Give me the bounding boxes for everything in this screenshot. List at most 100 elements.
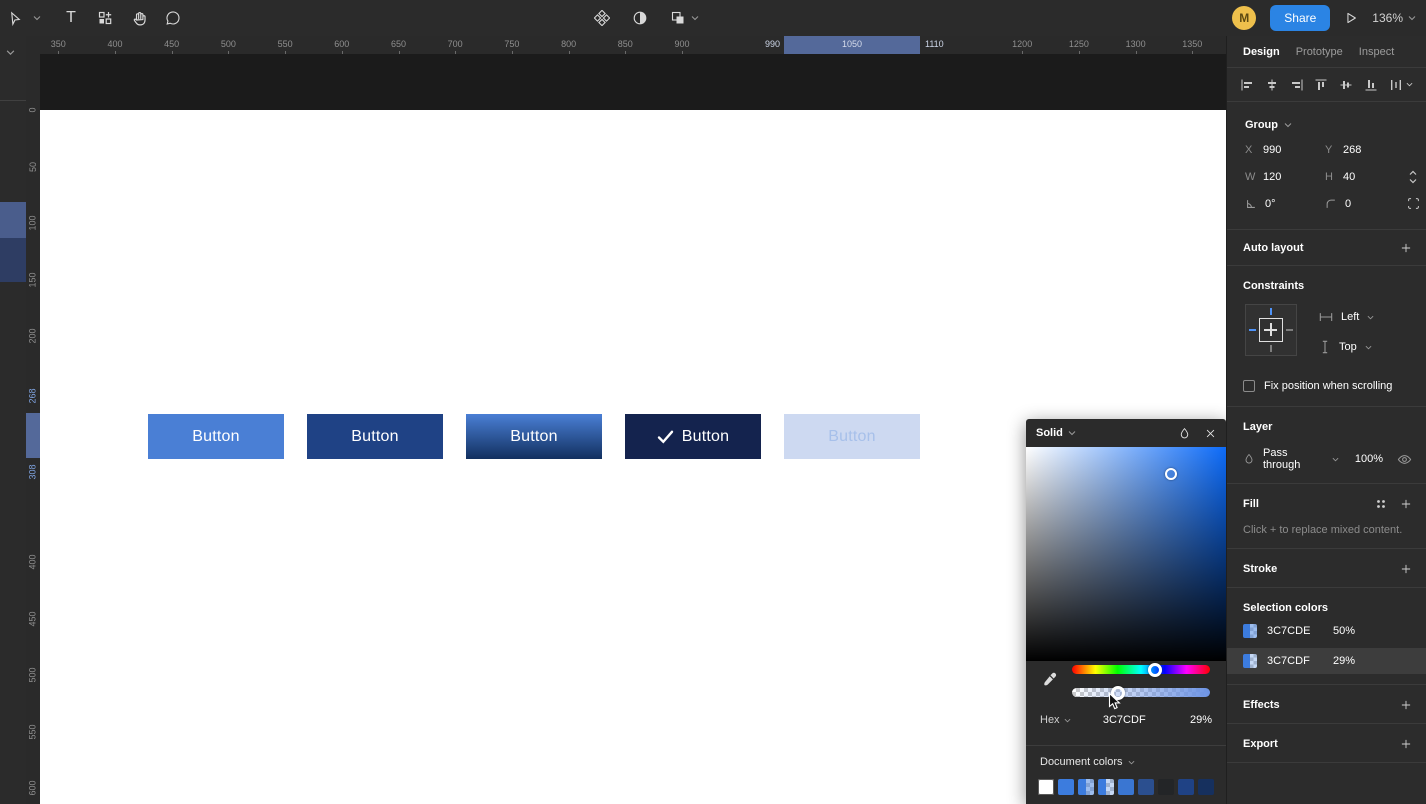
layer-opacity-field[interactable]: 100% (1355, 453, 1383, 465)
fill-styles-icon[interactable] (1376, 499, 1386, 509)
avatar[interactable]: M (1232, 6, 1257, 30)
color-swatch[interactable] (1078, 779, 1094, 795)
resources-tool-button[interactable] (88, 0, 122, 36)
constraints-widget[interactable] (1245, 304, 1297, 356)
comment-tool-button[interactable] (156, 0, 190, 36)
align-right-icon[interactable] (1290, 78, 1304, 92)
distribute-menu-icon[interactable] (1389, 78, 1413, 92)
inspector-panel: Design Prototype Inspect Group X 990 Y 2… (1226, 36, 1426, 804)
color-swatch[interactable] (1138, 779, 1154, 795)
color-swatch[interactable] (1243, 654, 1257, 668)
ruler-label: 900 (674, 39, 690, 49)
independent-corners-icon[interactable] (1405, 197, 1421, 210)
rotation-field[interactable]: 0° (1245, 198, 1325, 210)
canvas-button[interactable]: Button (307, 414, 443, 459)
vertical-ruler[interactable]: 0 50 100 150 200 400 450 500 550 600 268 308 (26, 54, 40, 804)
color-swatch[interactable] (1038, 779, 1054, 795)
align-top-icon[interactable] (1314, 78, 1328, 92)
document-colors-toggle[interactable]: Document colors (1040, 756, 1135, 768)
canvas-button[interactable]: Button (148, 414, 284, 459)
ruler-label: 1200 (1012, 39, 1033, 49)
ruler-selection-start: 268 (28, 388, 38, 404)
tab-inspect[interactable]: Inspect (1359, 46, 1394, 58)
share-button[interactable]: Share (1270, 5, 1331, 31)
add-fill-button[interactable] (1400, 498, 1412, 510)
align-left-icon[interactable] (1240, 78, 1254, 92)
mask-button[interactable] (632, 0, 648, 36)
chevron-down-icon (33, 14, 41, 22)
canvas-button[interactable]: Button (784, 414, 920, 459)
add-effect-button[interactable] (1400, 699, 1412, 711)
blend-mode-select[interactable]: Pass through (1263, 447, 1324, 471)
vertical-constraint-select[interactable]: Top (1319, 338, 1374, 356)
height-field[interactable]: H 40 (1325, 171, 1405, 183)
ruler-label: 1350 (1182, 39, 1203, 49)
color-handle[interactable] (1165, 468, 1177, 480)
close-icon[interactable] (1205, 428, 1216, 439)
hand-tool-button[interactable] (122, 0, 156, 36)
selection-type-menu[interactable]: Group (1245, 114, 1418, 136)
add-export-button[interactable] (1400, 738, 1412, 750)
color-swatch[interactable] (1243, 624, 1257, 638)
saturation-value-area[interactable] (1026, 447, 1226, 661)
width-field[interactable]: W 120 (1245, 171, 1325, 183)
move-tool-button[interactable] (0, 0, 30, 36)
selection-color-row[interactable]: 3C7CDF 29% (1227, 648, 1426, 674)
tab-design[interactable]: Design (1243, 46, 1280, 58)
blend-droplet-icon[interactable] (1178, 427, 1191, 440)
ruler-tick (1078, 51, 1080, 54)
ruler-label: 500 (220, 39, 236, 49)
collapsed-layers-strip[interactable] (0, 36, 26, 804)
align-vertical-center-icon[interactable] (1339, 78, 1353, 92)
y-position-field[interactable]: Y 268 (1325, 144, 1405, 156)
ruler-tick (682, 51, 683, 54)
text-tool-button[interactable]: T (54, 0, 88, 36)
color-swatch[interactable] (1198, 779, 1214, 795)
align-bottom-icon[interactable] (1364, 78, 1378, 92)
canvas-button[interactable]: Button (625, 414, 761, 459)
align-horizontal-center-icon[interactable] (1265, 78, 1279, 92)
canvas-button[interactable]: Button (466, 414, 602, 459)
eye-icon[interactable] (1397, 452, 1412, 467)
boolean-groups-button[interactable] (670, 0, 699, 36)
hue-handle[interactable] (1147, 662, 1162, 677)
hand-tool-icon (131, 10, 148, 27)
blend-droplet-icon[interactable] (1243, 453, 1255, 465)
tab-prototype[interactable]: Prototype (1296, 46, 1343, 58)
zoom-level: 136% (1372, 11, 1403, 25)
ruler-label: 150 (28, 271, 38, 288)
color-swatch[interactable] (1178, 779, 1194, 795)
canvas-button-label: Button (192, 427, 240, 445)
add-auto-layout-button[interactable] (1400, 242, 1412, 254)
move-tool-chevron[interactable] (30, 0, 44, 36)
color-swatch[interactable] (1098, 779, 1114, 795)
hex-format-select[interactable]: Hex (1040, 714, 1071, 726)
constrain-proportions-icon[interactable] (1405, 170, 1421, 184)
ruler-tick (1192, 51, 1194, 54)
horizontal-constraint-select[interactable]: Left (1319, 308, 1374, 326)
add-stroke-button[interactable] (1400, 563, 1412, 575)
x-position-field[interactable]: X 990 (1245, 144, 1325, 156)
color-swatch[interactable] (1118, 779, 1134, 795)
ruler-label: 1300 (1125, 39, 1146, 49)
color-swatch[interactable] (1158, 779, 1174, 795)
comment-icon (165, 10, 181, 26)
alpha-slider[interactable] (1072, 685, 1210, 700)
selection-color-row[interactable]: 3C7CDE 50% (1227, 618, 1426, 644)
zoom-menu[interactable]: 136% (1372, 11, 1416, 25)
alpha-value-input[interactable]: 29% (1178, 714, 1212, 726)
horizontal-ruler[interactable]: 350 400 450 500 550 600 650 700 750 800 850 900 1200… (26, 36, 1226, 54)
present-button[interactable] (1344, 0, 1358, 36)
fix-position-option[interactable]: Fix position when scrolling (1243, 380, 1412, 392)
canvas-button-label: Button (510, 427, 558, 445)
canvas-header-bar[interactable] (40, 54, 1226, 110)
hue-slider[interactable] (1072, 662, 1210, 677)
create-component-button[interactable] (594, 0, 610, 36)
paint-type-select[interactable]: Solid (1036, 427, 1063, 439)
color-swatch[interactable] (1058, 779, 1074, 795)
eyedropper-icon[interactable] (1041, 671, 1058, 688)
checkbox-icon[interactable] (1243, 380, 1255, 392)
corner-radius-field[interactable]: 0 (1325, 198, 1405, 210)
hex-value-input[interactable]: 3C7CDF (1071, 714, 1178, 726)
ruler-label: 50 (27, 161, 38, 172)
